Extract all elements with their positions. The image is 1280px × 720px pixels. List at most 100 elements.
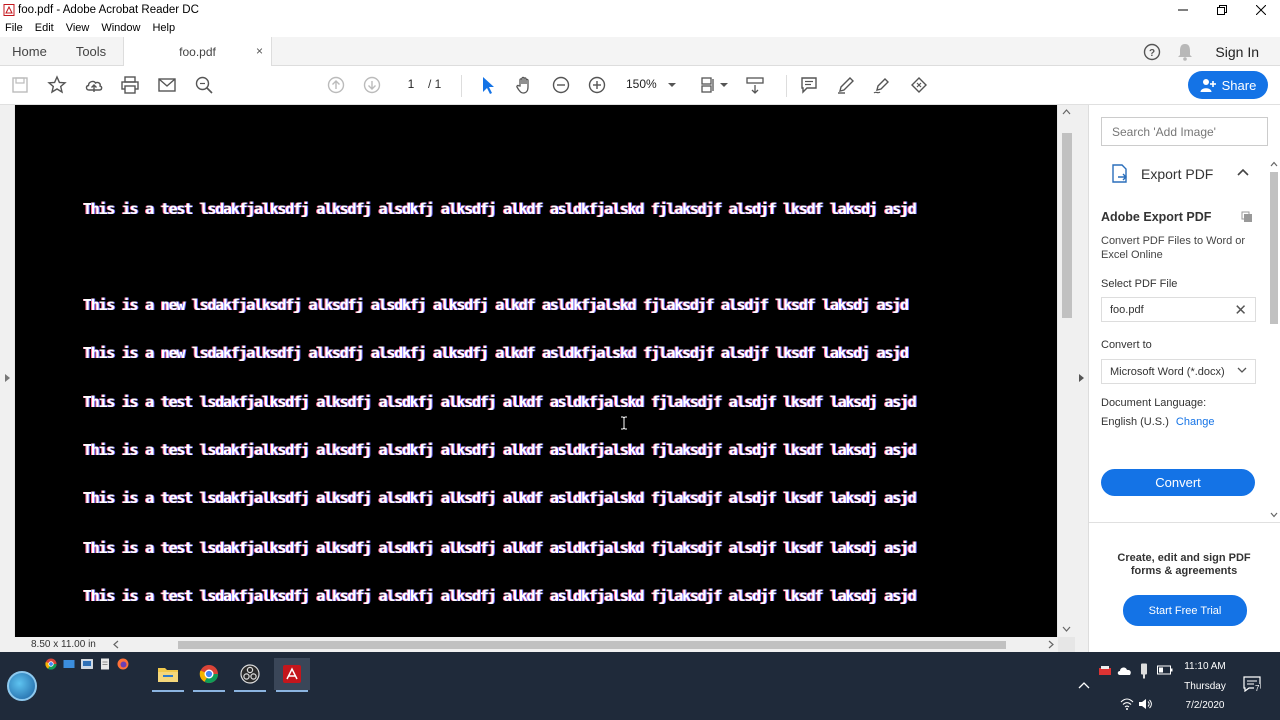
convert-to-label: Convert to xyxy=(1101,339,1152,351)
search-button[interactable] xyxy=(194,75,214,95)
taskbar-chrome[interactable] xyxy=(191,658,227,692)
tab-bar: Home Tools foo.pdf × ? Sign In xyxy=(0,37,1280,67)
export-title: Adobe Export PDF xyxy=(1101,210,1212,224)
save-icon xyxy=(12,77,28,93)
zoom-chevron-down-icon[interactable] xyxy=(668,81,676,89)
zoom-level-select[interactable]: 150% xyxy=(626,77,657,91)
scroll-left-icon[interactable] xyxy=(112,640,119,649)
onedrive-icon[interactable] xyxy=(1117,665,1132,677)
menu-edit[interactable]: Edit xyxy=(35,22,54,34)
explorer-quicklaunch-icon[interactable] xyxy=(81,658,93,670)
scroll-mode-icon xyxy=(746,77,764,94)
title-bar: foo.pdf - Adobe Acrobat Reader DC xyxy=(0,0,1280,19)
page-size-label: 8.50 x 11.00 in xyxy=(31,639,96,650)
help-icon[interactable]: ? xyxy=(1143,43,1161,61)
close-window-button[interactable] xyxy=(1241,0,1280,19)
pdf-text-line: This is a test lsdakfjalksdfj alksdfj al… xyxy=(83,539,917,557)
page-number-input[interactable]: 1 xyxy=(400,77,422,91)
taskbar-file-explorer[interactable] xyxy=(150,658,186,692)
acrobat-icon xyxy=(283,665,301,683)
zoom-in-icon xyxy=(588,76,606,94)
email-button[interactable] xyxy=(157,75,177,95)
left-pane-toggle[interactable] xyxy=(0,105,14,652)
right-pane-toggle[interactable] xyxy=(1075,105,1088,652)
chevron-up-icon[interactable] xyxy=(1237,168,1249,176)
desktop-quicklaunch-icon[interactable] xyxy=(63,658,75,670)
taskbar-day[interactable]: Thursday xyxy=(1180,681,1230,692)
tools-icon xyxy=(911,77,927,93)
horizontal-scroll-thumb[interactable] xyxy=(178,641,1006,649)
taskbar-date[interactable]: 7/2/2020 xyxy=(1180,700,1230,711)
upload-button[interactable] xyxy=(84,75,104,95)
network-icon[interactable] xyxy=(1120,698,1134,710)
zoom-in-button[interactable] xyxy=(587,75,607,95)
notification-bell-icon[interactable] xyxy=(1177,43,1193,61)
firefox-quicklaunch-icon[interactable] xyxy=(117,658,129,670)
tool-search-input[interactable]: Search 'Add Image' xyxy=(1101,117,1268,146)
selected-file-field[interactable]: foo.pdf ✕ xyxy=(1101,297,1256,322)
right-pane-scroll-thumb[interactable] xyxy=(1270,172,1278,324)
share-button[interactable]: Share xyxy=(1188,71,1268,99)
select-tool-button[interactable] xyxy=(478,75,498,95)
zoom-out-button[interactable] xyxy=(551,75,571,95)
tab-close-icon[interactable]: × xyxy=(256,44,263,58)
tab-home[interactable]: Home xyxy=(0,37,59,66)
minimize-icon xyxy=(1177,9,1188,10)
taskbar-time[interactable]: 11:10 AM xyxy=(1180,661,1230,672)
show-hidden-icons-chevron-up-icon[interactable] xyxy=(1078,681,1090,689)
menu-file[interactable]: File xyxy=(5,22,23,34)
tray-app-icon[interactable] xyxy=(1098,665,1112,677)
save-button[interactable] xyxy=(10,75,30,95)
next-page-button[interactable] xyxy=(362,75,382,95)
select-pdf-label: Select PDF File xyxy=(1101,278,1178,290)
chrome-quicklaunch-icon[interactable] xyxy=(45,658,57,670)
notepad-quicklaunch-icon[interactable] xyxy=(99,658,111,670)
battery-icon[interactable] xyxy=(1157,665,1173,675)
tab-tools[interactable]: Tools xyxy=(59,37,123,66)
taskbar-acrobat[interactable] xyxy=(274,658,310,692)
clear-file-icon[interactable]: ✕ xyxy=(1234,301,1247,319)
tab-document[interactable]: foo.pdf × xyxy=(123,37,272,67)
taskbar-obs[interactable] xyxy=(232,658,268,692)
scroll-mode-button[interactable] xyxy=(745,75,765,95)
star-icon xyxy=(47,75,67,94)
start-button[interactable] xyxy=(7,671,37,701)
volume-icon[interactable] xyxy=(1138,698,1152,710)
document-language-label: Document Language: xyxy=(1101,397,1207,409)
sign-in-link[interactable]: Sign In xyxy=(1215,44,1259,60)
start-free-trial-button[interactable]: Start Free Trial xyxy=(1123,595,1247,626)
menu-view[interactable]: View xyxy=(66,22,90,34)
more-tools-button[interactable] xyxy=(909,75,929,95)
text-cursor-icon xyxy=(621,416,627,430)
vertical-scroll-thumb[interactable] xyxy=(1062,133,1072,318)
pdf-page[interactable]: This is a test lsdakfjalksdfj alksdfj al… xyxy=(15,105,1057,637)
highlight-button[interactable] xyxy=(836,75,856,95)
page-layout-button[interactable] xyxy=(699,75,719,95)
convert-button[interactable]: Convert xyxy=(1101,469,1255,496)
change-language-link[interactable]: Change xyxy=(1176,416,1215,428)
previous-page-button[interactable] xyxy=(326,75,346,95)
right-pane-scrollbar[interactable] xyxy=(1267,160,1280,523)
bookmark-button[interactable] xyxy=(47,75,67,95)
document-vertical-scrollbar[interactable] xyxy=(1058,105,1075,637)
document-status-bar: 8.50 x 11.00 in xyxy=(0,637,1058,652)
minimize-button[interactable] xyxy=(1163,0,1202,19)
hand-tool-button[interactable] xyxy=(514,75,534,95)
window-controls xyxy=(1163,0,1280,19)
copy-icon[interactable] xyxy=(1241,211,1253,223)
menu-window[interactable]: Window xyxy=(101,22,140,34)
pen-icon xyxy=(838,77,854,94)
envelope-icon xyxy=(158,78,176,92)
restore-button[interactable] xyxy=(1202,0,1241,19)
action-center-button[interactable]: 7 xyxy=(1243,676,1263,696)
menu-help[interactable]: Help xyxy=(152,22,175,34)
fill-sign-button[interactable] xyxy=(872,75,892,95)
convert-to-select[interactable]: Microsoft Word (*.docx) xyxy=(1101,359,1256,384)
export-pdf-header[interactable]: Export PDF xyxy=(1109,163,1213,185)
print-button[interactable] xyxy=(120,75,140,95)
scroll-right-icon[interactable] xyxy=(1048,640,1055,649)
comment-button[interactable] xyxy=(799,75,819,95)
layout-chevron-down-icon[interactable] xyxy=(720,81,728,89)
usb-drive-icon[interactable] xyxy=(1140,663,1148,679)
scroll-up-icon xyxy=(1270,161,1278,167)
